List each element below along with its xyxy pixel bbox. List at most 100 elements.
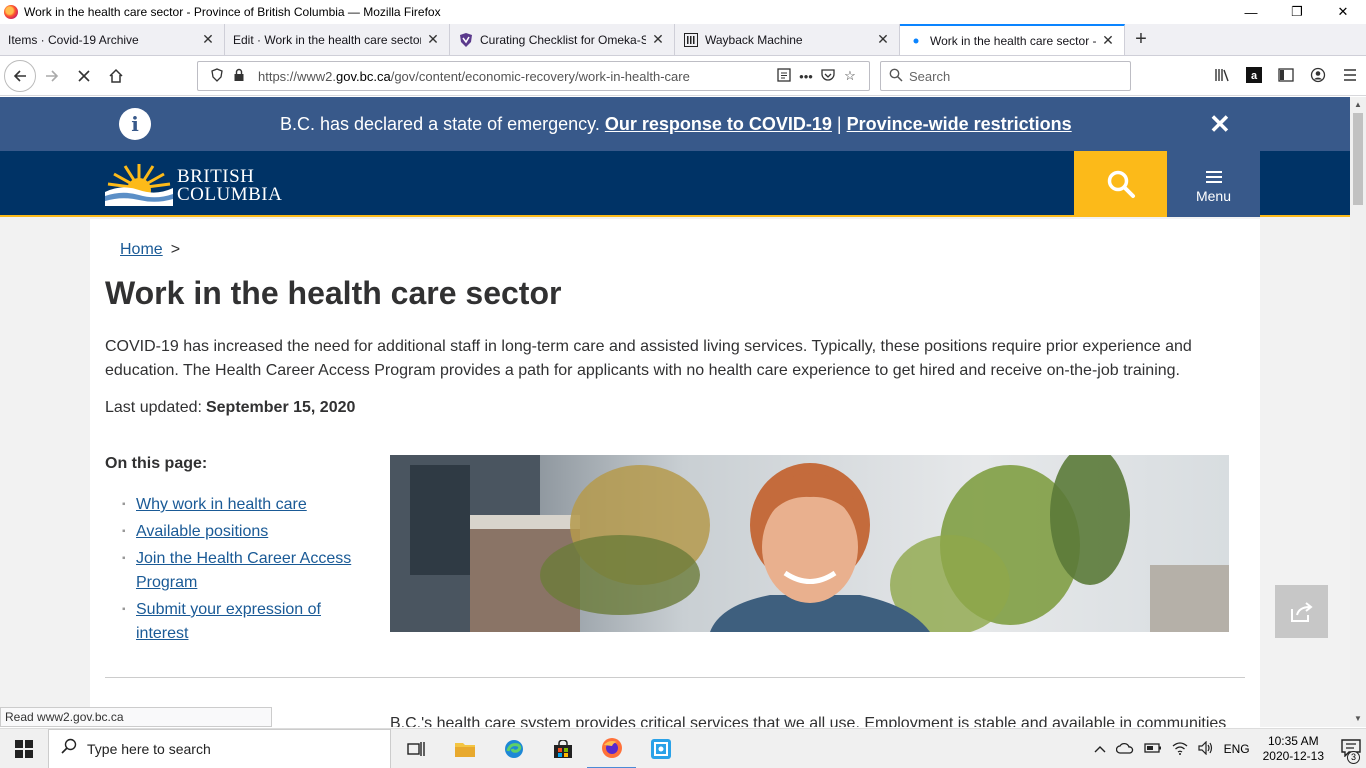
intro-paragraph: COVID-19 has increased the need for addi… [105, 338, 1192, 379]
site-menu-button[interactable]: Menu [1167, 151, 1260, 217]
list-item: Available positions [122, 520, 362, 544]
page-scrollbar[interactable]: ▲ ▼ [1350, 97, 1366, 727]
tab-label: Edit · Work in the health care sector [233, 32, 421, 47]
account-icon[interactable] [1302, 67, 1334, 86]
tab-wayback-machine[interactable]: Wayback Machine ✕ [675, 24, 900, 55]
chevron-up-icon[interactable] [1094, 742, 1106, 756]
bc-logo[interactable]: BRITISH COLUMBIA [105, 160, 285, 208]
section-divider [105, 677, 1245, 678]
bookmark-star-icon[interactable]: ☆ [839, 68, 861, 84]
firefox-taskbar-icon[interactable] [587, 729, 636, 768]
tab-items-covid-archive[interactable]: Items · Covid-19 Archive ✕ [0, 24, 225, 55]
toc-link-why-work[interactable]: Why work in health care [136, 496, 307, 513]
minimize-button[interactable]: — [1228, 0, 1274, 24]
language-indicator[interactable]: ENG [1224, 742, 1250, 756]
navigation-toolbar: https://www2.gov.bc.ca/gov/content/econo… [0, 56, 1366, 96]
bc-sun-logo-icon [105, 164, 173, 206]
on-this-page-list: Why work in health care Available positi… [122, 493, 362, 649]
share-button[interactable] [1275, 585, 1328, 638]
scroll-up-icon[interactable]: ▲ [1350, 97, 1366, 113]
tab-close-icon[interactable]: ✕ [425, 31, 441, 48]
svg-text:a: a [1251, 70, 1258, 82]
search-input[interactable]: Search [880, 61, 1131, 91]
tab-close-icon[interactable]: ✕ [875, 31, 891, 48]
toc-link-positions[interactable]: Available positions [136, 523, 268, 540]
battery-icon[interactable] [1143, 742, 1162, 757]
scroll-down-icon[interactable]: ▼ [1350, 711, 1366, 727]
province-restrictions-link[interactable]: Province-wide restrictions [847, 114, 1072, 134]
task-view-icon[interactable] [391, 729, 440, 768]
site-search-button[interactable] [1074, 151, 1167, 217]
tab-label: Curating Checklist for Omeka-S [480, 32, 646, 47]
hamburger-icon [1205, 170, 1222, 183]
reader-view-icon[interactable] [773, 67, 795, 85]
close-window-button[interactable]: ✕ [1320, 0, 1366, 24]
close-alert-icon[interactable]: ✕ [1209, 109, 1231, 140]
forward-button[interactable] [36, 60, 68, 92]
hero-photo-health-worker [390, 455, 1229, 632]
back-button[interactable] [4, 59, 36, 92]
clock[interactable]: 10:35 AM 2020-12-13 [1263, 734, 1324, 764]
page-actions-icon[interactable]: ••• [795, 69, 817, 84]
page-viewport: i B.C. has declared a state of emergency… [0, 97, 1350, 727]
tab-label: Wayback Machine [705, 32, 803, 47]
edge-browser-icon[interactable] [489, 729, 538, 768]
tab-close-icon[interactable]: ✕ [1100, 32, 1116, 49]
volume-icon[interactable] [1197, 740, 1214, 758]
restore-button[interactable]: ❐ [1274, 0, 1320, 24]
tab-close-icon[interactable]: ✕ [650, 31, 666, 48]
window-controls: — ❐ ✕ [1228, 0, 1366, 24]
archive-icon [683, 32, 699, 48]
notification-center-icon[interactable]: 3 [1341, 738, 1361, 764]
list-item: Why work in health care [122, 493, 362, 517]
tab-close-icon[interactable]: ✕ [200, 31, 216, 48]
sidebar-icon[interactable] [1270, 67, 1302, 85]
last-updated: Last updated: September 15, 2020 [105, 399, 356, 416]
home-button[interactable] [100, 60, 132, 92]
amazon-icon[interactable]: a [1238, 66, 1270, 86]
tab-strip: Items · Covid-19 Archive ✕ Edit · Work i… [0, 24, 1366, 56]
windows-logo-icon [15, 739, 33, 758]
url-text[interactable]: https://www2.gov.bc.ca/gov/content/econo… [258, 69, 773, 84]
tab-work-health-active[interactable]: Work in the health care sector - Pr ✕ [900, 24, 1125, 55]
wifi-icon[interactable] [1172, 741, 1188, 758]
taskbar-search-placeholder: Type here to search [87, 740, 211, 757]
app-blue-icon[interactable] [636, 729, 685, 768]
covid-response-link[interactable]: Our response to COVID-19 [605, 114, 832, 134]
alert-text: B.C. has declared a state of emergency. … [280, 114, 1072, 134]
toc-link-submit-interest[interactable]: Submit your expression of interest [136, 601, 321, 642]
breadcrumb: Home > [120, 241, 181, 258]
library-icon[interactable] [1206, 68, 1238, 85]
firefox-icon [4, 5, 18, 19]
pocket-icon[interactable] [817, 68, 839, 85]
home-icon [109, 68, 123, 83]
last-updated-date: September 15, 2020 [205, 399, 356, 416]
toc-link-join-program[interactable]: Join the Health Career Access Program [136, 550, 351, 591]
url-bar[interactable]: https://www2.gov.bc.ca/gov/content/econo… [197, 61, 870, 91]
page-title: Work in the health care sector [105, 275, 562, 311]
cloud-icon[interactable] [1115, 742, 1134, 757]
on-this-page-heading: On this page: [105, 455, 208, 472]
stop-button[interactable] [68, 60, 100, 92]
lock-icon[interactable] [228, 68, 250, 85]
notification-count-badge: 3 [1347, 750, 1360, 764]
hamburger-menu-icon[interactable] [1334, 68, 1366, 84]
tracking-shield-icon[interactable] [206, 67, 228, 85]
breadcrumb-home-link[interactable]: Home [120, 241, 163, 258]
scroll-thumb[interactable] [1353, 113, 1363, 205]
file-explorer-icon[interactable] [440, 729, 489, 768]
arrow-left-icon [13, 69, 26, 82]
window-titlebar: Work in the health care sector - Provinc… [0, 0, 1366, 24]
store-icon[interactable] [538, 729, 587, 768]
tab-curating-checklist[interactable]: Curating Checklist for Omeka-S ✕ [450, 24, 675, 55]
status-bar: Read www2.gov.bc.ca [0, 707, 272, 727]
bc-wordmark: BRITISH COLUMBIA [177, 166, 283, 205]
new-tab-button[interactable]: + [1125, 24, 1157, 55]
list-item: Submit your expression of interest [122, 598, 362, 646]
search-icon [1107, 170, 1135, 198]
tab-edit-work-health[interactable]: Edit · Work in the health care sector ✕ [225, 24, 450, 55]
start-button[interactable] [0, 729, 48, 768]
body-paragraph: B.C.'s health care system provides criti… [390, 715, 1227, 727]
tab-label: Work in the health care sector - Pr [930, 33, 1096, 48]
taskbar-search-input[interactable]: Type here to search [48, 728, 391, 768]
